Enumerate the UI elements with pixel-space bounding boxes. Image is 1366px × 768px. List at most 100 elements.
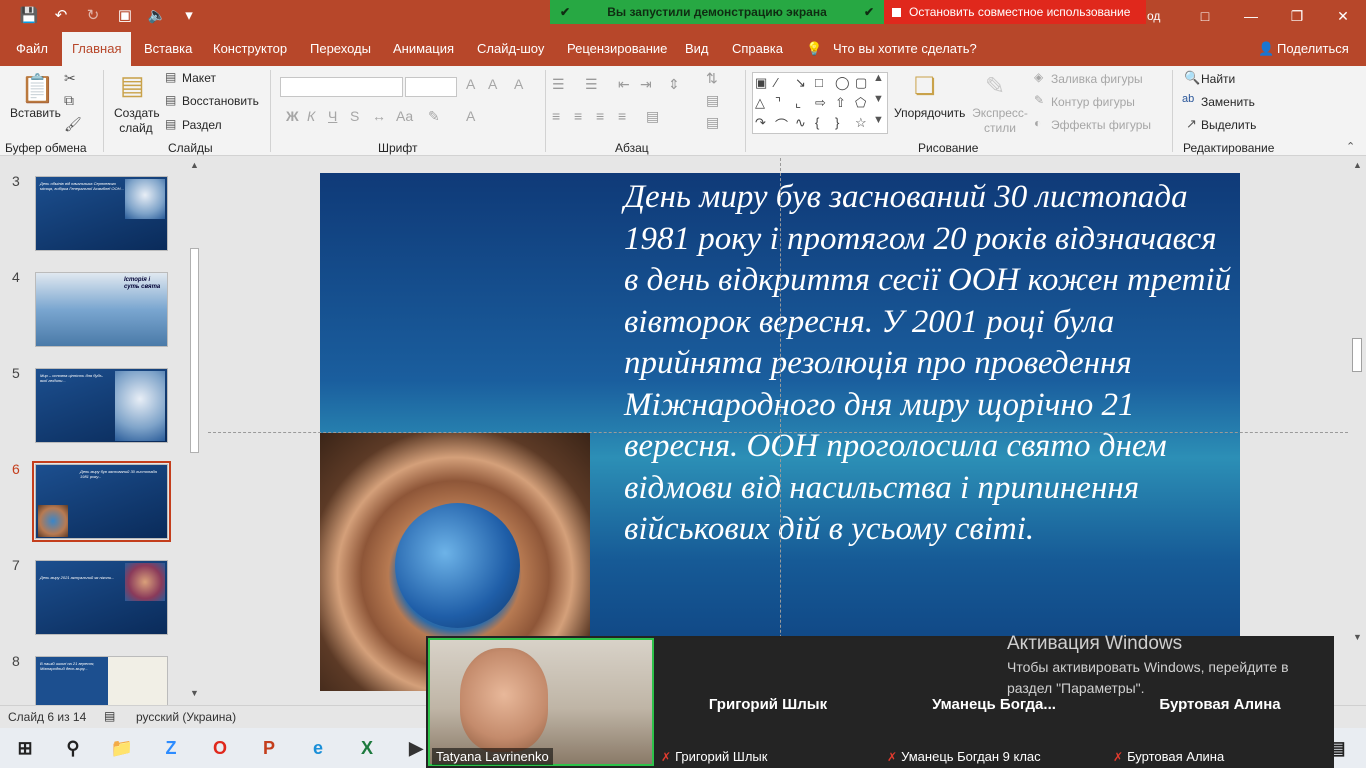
scroll-down-icon[interactable]: ▼ [1353,632,1362,642]
new-slide-button[interactable]: Создать слайд [114,106,160,136]
spellcheck-icon[interactable]: ▤ [104,709,115,723]
triangle-shape-icon[interactable]: △ [755,95,775,115]
cut-icon[interactable]: ✂ [64,70,76,87]
undo-icon[interactable]: ↶ [50,6,72,24]
quick-styles-button[interactable]: Экспресс-стили [970,106,1030,136]
star-shape-icon[interactable]: ☆ [855,115,875,135]
format-painter-icon[interactable]: 🖌 [64,116,82,133]
layout-button[interactable]: Макет [182,71,216,85]
strikethrough-icon[interactable]: S [350,108,359,124]
tab-help[interactable]: Справка [732,32,783,66]
wave-shape-icon[interactable]: ∿ [795,115,815,135]
spacing-icon[interactable]: ↔ [372,108,386,124]
case-icon[interactable]: Aa [396,108,413,124]
tab-file[interactable]: Файл [16,32,48,66]
bold-button[interactable]: Ж [286,108,299,124]
line-spacing-icon[interactable]: ⇕ [668,76,680,93]
slide-thumbnail[interactable]: В нашій школі на 21 вересня, Міжнародний… [35,656,168,705]
gallery-down-icon[interactable]: ▼ [873,93,884,105]
paste-button[interactable]: Вставить [10,106,61,120]
scrollbar-thumb[interactable] [1352,338,1362,372]
shape-fill-button[interactable]: Заливка фигуры [1051,72,1143,86]
align-text-icon[interactable]: ▤ [706,92,719,109]
stop-share-button[interactable]: Остановить совместное использование [884,0,1146,24]
numbering-icon[interactable]: ☰ [585,76,598,93]
arrow-line-shape-icon[interactable]: ↘ [795,75,815,95]
rectangle-shape-icon[interactable]: □ [815,75,835,95]
scroll-up-icon[interactable]: ▲ [1353,160,1362,170]
scrollbar-thumb[interactable] [190,248,199,453]
customize-icon[interactable]: ▾ [178,6,200,24]
smartart-icon[interactable]: ▤ [706,114,719,131]
font-color-icon[interactable]: A [466,108,475,124]
decrease-indent-icon[interactable]: ⇤ [618,76,630,93]
pentagon-shape-icon[interactable]: ⬠ [855,95,875,115]
up-arrow-shape-icon[interactable]: ⇧ [835,95,855,115]
font-size-select[interactable] [405,77,457,97]
grow-font-icon[interactable]: A [466,76,475,92]
line-shape-icon[interactable]: ∕ [775,75,795,95]
tab-view[interactable]: Вид [685,32,709,66]
share-button[interactable]: Поделиться [1277,32,1349,66]
arc-shape-icon[interactable]: ⌒ [775,115,795,135]
tab-insert[interactable]: Вставка [144,32,192,66]
section-button[interactable]: Раздел [182,118,222,132]
close-icon[interactable]: ✕ [1320,0,1366,32]
gallery-up-icon[interactable]: ▲ [873,72,884,84]
zoom-icon[interactable]: Z [156,734,186,762]
paste-icon[interactable]: 📋 [20,72,55,105]
slide-thumbnail[interactable]: День обмінів від начальника Серпневого м… [35,176,168,251]
tab-home[interactable]: Главная [62,32,132,66]
brace-close-shape-icon[interactable]: } [835,115,855,135]
reset-button[interactable]: Восстановить [182,94,259,108]
right-arrow-shape-icon[interactable]: ⇨ [815,95,835,115]
scroll-down-icon[interactable]: ▼ [190,688,199,698]
columns-icon[interactable]: ▤ [646,108,659,125]
align-right-icon[interactable]: ≡ [596,108,604,124]
increase-indent-icon[interactable]: ⇥ [640,76,652,93]
curve-shape-icon[interactable]: ↷ [755,115,775,135]
tab-design[interactable]: Конструктор [213,32,287,66]
present-icon[interactable]: ▣ [114,6,136,24]
tab-slideshow[interactable]: Слайд-шоу [477,32,544,66]
tab-animations[interactable]: Анимация [393,32,454,66]
ribbon-display-icon[interactable]: □ [1182,0,1228,32]
edge-icon[interactable]: e [303,734,333,762]
bullets-icon[interactable]: ☰ [552,76,565,93]
volume-icon[interactable]: 🔈 [146,6,168,24]
select-button[interactable]: Выделить [1201,118,1256,132]
shape-effects-button[interactable]: Эффекты фигуры [1051,118,1151,132]
justify-icon[interactable]: ≡ [618,108,626,124]
find-button[interactable]: Найти [1201,72,1235,86]
participant-tile[interactable]: Григорий Шлык ✗ Григорий Шлык [655,638,881,766]
collapse-ribbon-icon[interactable]: ⌃ [1346,140,1355,153]
scroll-up-icon[interactable]: ▲ [190,160,199,170]
slide-thumbnail[interactable]: Історія і суть свята [35,272,168,347]
slide-thumbnail[interactable]: День миру 2021 актуальний як ніколи... [35,560,168,635]
align-left-icon[interactable]: ≡ [552,108,560,124]
align-center-icon[interactable]: ≡ [574,108,582,124]
connector-shape-icon[interactable]: ⌝ [775,95,795,115]
shrink-font-icon[interactable]: A [488,76,497,92]
underline-button[interactable]: Ч [328,108,337,124]
copy-icon[interactable]: ⧉ [64,92,74,109]
brace-open-shape-icon[interactable]: { [815,115,835,135]
italic-button[interactable]: К [307,108,315,124]
slide-body-text[interactable]: День миру був заснований 30 листопада 19… [624,177,1234,551]
slide-thumbnail-active[interactable]: День миру був заснований 30 листопада 19… [32,461,171,542]
tell-me-search[interactable]: Что вы хотите сделать? [833,32,977,66]
language-indicator[interactable]: русский (Украина) [136,710,236,724]
shape-outline-button[interactable]: Контур фигуры [1051,95,1135,109]
oval-shape-icon[interactable]: ◯ [835,75,855,95]
font-family-select[interactable] [280,77,403,97]
clear-format-icon[interactable]: A [514,76,523,92]
textbox-shape-icon[interactable]: ▣ [755,75,775,95]
tab-transitions[interactable]: Переходы [310,32,371,66]
slide-thumbnail[interactable]: Мир – основна цінність для будь-якої люд… [35,368,168,443]
save-icon[interactable]: 💾 [18,6,40,24]
self-video-tile[interactable]: Tatyana Lavrinenko [428,638,654,766]
redo-icon[interactable]: ↻ [82,6,104,24]
replace-button[interactable]: Заменить [1201,95,1255,109]
shapes-gallery[interactable]: ▣ ∕ ↘ □ ◯ ▢ △ ⌝ ⌞ ⇨ ⇧ ⬠ ↷ ⌒ ∿ { } ☆ [752,72,888,134]
opera-icon[interactable]: O [205,734,235,762]
